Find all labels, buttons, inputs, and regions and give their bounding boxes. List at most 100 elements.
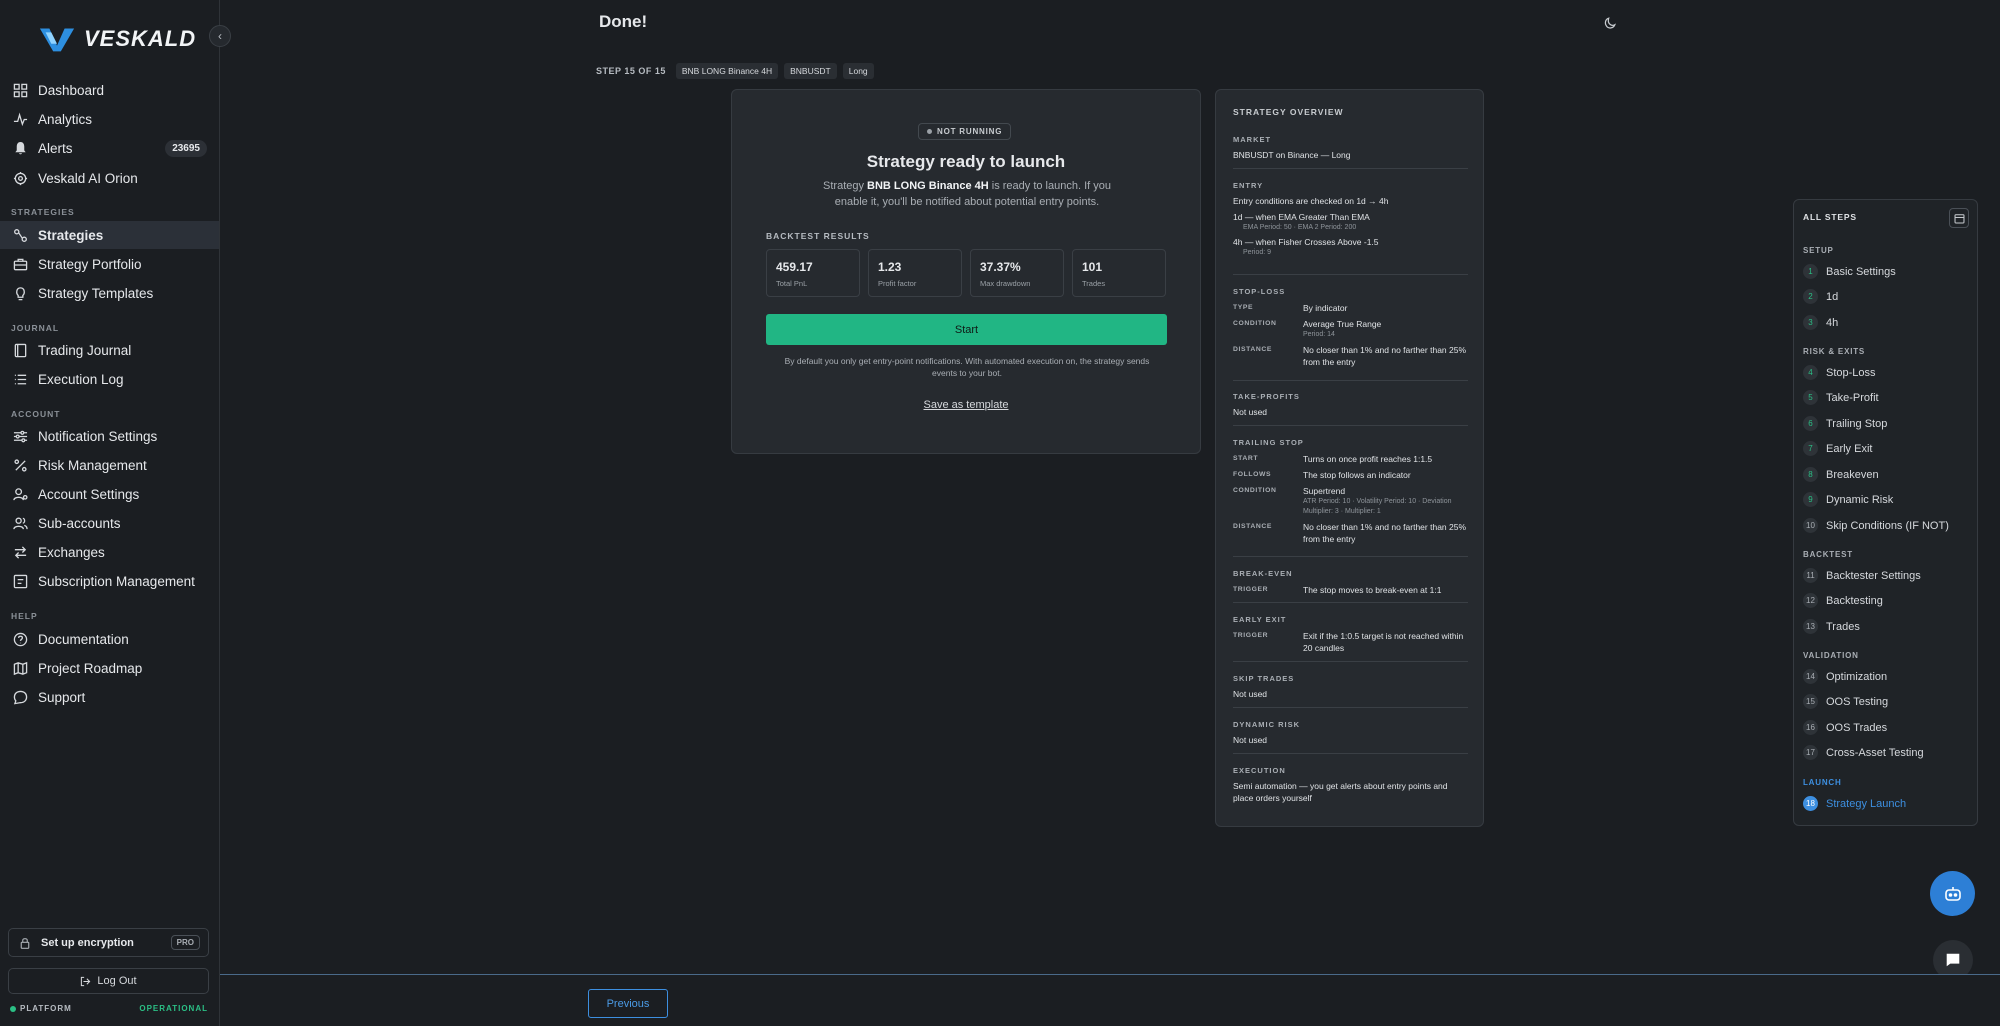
sidebar-item-execution-log[interactable]: Execution Log — [0, 365, 219, 393]
message-icon — [1946, 953, 1960, 967]
step-label: 4h — [1826, 316, 1839, 329]
step-item[interactable]: 1 Basic Settings — [1803, 264, 1896, 279]
previous-button[interactable]: Previous — [588, 989, 668, 1018]
step-label: Take-Profit — [1826, 391, 1879, 404]
field-value: Not used — [1233, 735, 1268, 745]
sidebar-item-account-settings[interactable]: Account Settings — [0, 480, 219, 508]
sidebar-item-exchanges[interactable]: Exchanges — [0, 538, 219, 566]
overview-stop-loss: STOP-LOSS TYPE By indicator CONDITION Aver… — [1233, 287, 1468, 368]
section-heading: BREAK-EVEN — [1233, 569, 1293, 578]
step-number: 14 — [1803, 669, 1818, 684]
sidebar-item-label: Sub-accounts — [38, 515, 121, 531]
steps-section-backtest: BACKTEST — [1803, 550, 1853, 559]
sidebar-item-dashboard[interactable]: Dashboard — [0, 76, 219, 104]
step-item[interactable]: 14 Optimization — [1803, 669, 1887, 684]
field-key: DISTANCE — [1233, 346, 1273, 353]
sidebar-item-strategy-portfolio[interactable]: Strategy Portfolio — [0, 250, 219, 278]
step-item[interactable]: 16 OOS Trades — [1803, 720, 1887, 735]
launch-description: Strategy BNB LONG Binance 4H is ready to… — [812, 178, 1122, 210]
divider — [1233, 753, 1468, 754]
step-number: 8 — [1803, 467, 1818, 482]
field-value: Turns on once profit reaches 1:1.5 — [1303, 454, 1433, 464]
sidebar-item-risk-management[interactable]: Risk Management — [0, 451, 219, 479]
collapse-sidebar-button[interactable]: ‹ — [209, 25, 231, 47]
step-item[interactable]: 6 Trailing Stop — [1803, 416, 1887, 431]
save-as-template-link[interactable]: Save as template — [732, 399, 1200, 411]
step-label: Backtester Settings — [1826, 569, 1921, 582]
step-item[interactable]: 13 Trades — [1803, 619, 1860, 634]
entry-params: Period: 9 — [1243, 249, 1272, 256]
step-label: OOS Trades — [1826, 721, 1888, 734]
field-key: DISTANCE — [1233, 523, 1273, 530]
sidebar-item-alerts[interactable]: Alerts 23695 — [0, 134, 219, 162]
entry-line: 4h — when Fisher Crosses Above -1.5 — [1233, 237, 1379, 247]
sidebar-item-documentation[interactable]: Documentation — [0, 625, 219, 653]
section-heading: EXECUTION — [1233, 766, 1286, 775]
sidebar-item-notification-settings[interactable]: Notification Settings — [0, 422, 219, 450]
sidebar-item-trading-journal[interactable]: Trading Journal — [0, 336, 219, 364]
briefcase-icon — [13, 258, 28, 270]
steps-section-launch: LAUNCH — [1803, 778, 1842, 787]
sidebar-item-analytics[interactable]: Analytics — [0, 105, 219, 133]
start-button[interactable]: Start — [766, 314, 1167, 345]
platform-status: PLATFORM OPERATIONAL — [10, 1004, 208, 1013]
step-item[interactable]: 11 Backtester Settings — [1803, 568, 1921, 583]
sidebar-item-strategy-templates[interactable]: Strategy Templates — [0, 279, 219, 307]
sliders-icon — [13, 430, 28, 442]
step-item[interactable]: 15 OOS Testing — [1803, 694, 1888, 709]
strategy-overview-panel: STRATEGY OVERVIEW MARKET BNBUSDT on Bina… — [1215, 89, 1484, 827]
sidebar-item-project-roadmap[interactable]: Project Roadmap — [0, 654, 219, 682]
calendar-button[interactable] — [1949, 208, 1969, 228]
metric-value: 37.37% — [980, 260, 1021, 274]
strategy-name-chip: BNB LONG Binance 4H — [675, 63, 779, 79]
metric-label: Total PnL — [776, 279, 808, 288]
step-number: 18 — [1803, 796, 1818, 811]
brand-logo[interactable]: VESKALD — [38, 24, 196, 54]
calendar-icon — [1954, 213, 1964, 223]
setup-encryption-button[interactable]: Set up encryption PRO — [8, 928, 209, 957]
divider — [1233, 556, 1468, 557]
setup-encryption-label: Set up encryption — [41, 936, 134, 949]
field-key: TYPE — [1233, 304, 1254, 311]
step-number: 3 — [1803, 315, 1818, 330]
step-item[interactable]: 4 Stop-Loss — [1803, 365, 1876, 380]
theme-toggle-moon-icon[interactable] — [1603, 16, 1617, 30]
step-item[interactable]: 8 Breakeven — [1803, 467, 1879, 482]
section-heading: TRAILING STOP — [1233, 438, 1304, 447]
sidebar-item-label: Dashboard — [38, 82, 105, 98]
sidebar-item-support[interactable]: Support — [0, 683, 219, 711]
step-number: 15 — [1803, 694, 1818, 709]
sidebar-item-label: Execution Log — [38, 371, 124, 387]
map-icon — [13, 661, 28, 675]
step-item[interactable]: 7 Early Exit — [1803, 441, 1872, 456]
sidebar-item-strategies[interactable]: Strategies — [0, 221, 219, 249]
step-item[interactable]: 2 1d — [1803, 289, 1838, 304]
step-item[interactable]: 10 Skip Conditions (IF NOT) — [1803, 518, 1949, 533]
step-label: Breakeven — [1826, 468, 1879, 481]
divider — [1233, 274, 1468, 275]
step-item[interactable]: 3 4h — [1803, 315, 1838, 330]
field-key: TRIGGER — [1233, 586, 1269, 593]
step-item[interactable]: 12 Backtesting — [1803, 593, 1883, 608]
sidebar-item-subscription-management[interactable]: Subscription Management — [0, 567, 219, 595]
ai-assistant-button[interactable] — [1930, 871, 1975, 916]
sidebar-item-veskald-ai[interactable]: Veskald AI Orion — [0, 164, 219, 192]
step-label: Basic Settings — [1826, 265, 1896, 278]
step-label: Trades — [1826, 620, 1860, 633]
logout-button[interactable]: Log Out — [8, 968, 209, 994]
step-item[interactable]: 5 Take-Profit — [1803, 390, 1879, 405]
metric-max-drawdown: 37.37% Max drawdown — [970, 249, 1064, 297]
step-item[interactable]: 9 Dynamic Risk — [1803, 492, 1893, 507]
sidebar-item-label: Exchanges — [38, 544, 105, 560]
step-item[interactable]: 17 Cross-Asset Testing — [1803, 745, 1924, 760]
step-label: Backtesting — [1826, 594, 1883, 607]
step-label: Strategy Launch — [1826, 797, 1907, 810]
launch-title: Strategy ready to launch — [866, 152, 1066, 171]
field-key: FOLLOWS — [1233, 471, 1272, 478]
section-heading: DYNAMIC RISK — [1233, 720, 1301, 729]
status-text: NOT RUNNING — [937, 127, 1003, 136]
overview-break-even: BREAK-EVEN TRIGGER The stop moves to brea… — [1233, 569, 1468, 596]
step-item-current[interactable]: 18 Strategy Launch — [1803, 796, 1906, 811]
metric-label: Max drawdown — [980, 279, 1031, 288]
sidebar-item-sub-accounts[interactable]: Sub-accounts — [0, 509, 219, 537]
